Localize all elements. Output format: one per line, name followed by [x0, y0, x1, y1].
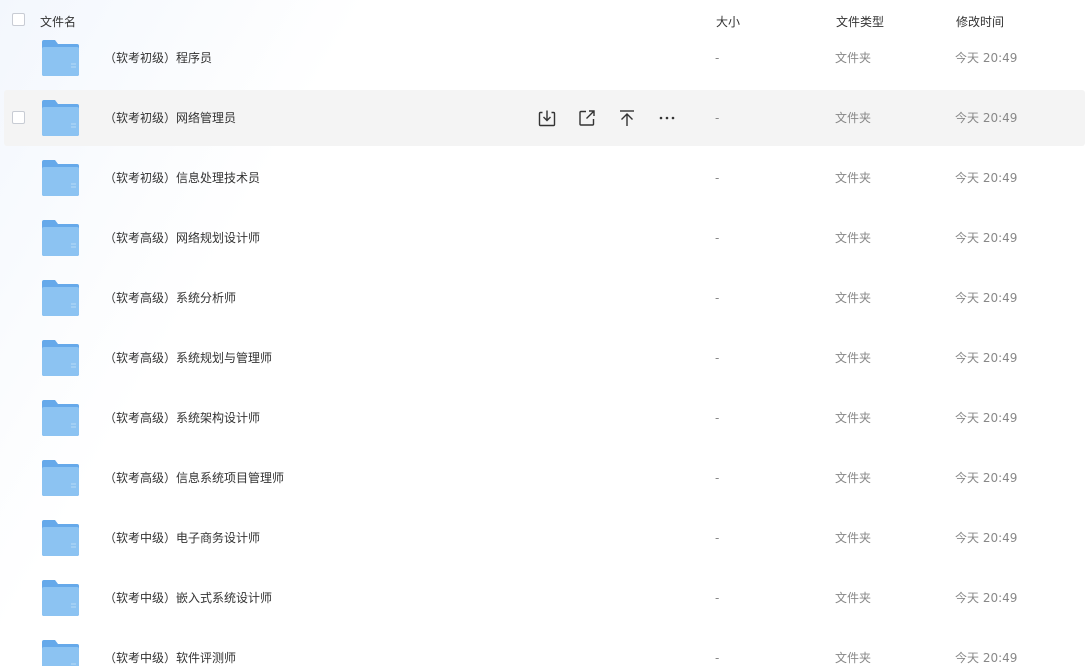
- file-row[interactable]: （软考初级）信息处理技术员 - 文件夹 今天 20:49: [4, 150, 1085, 206]
- folder-icon: [42, 220, 79, 256]
- file-size: -: [715, 411, 720, 425]
- file-modified-time: 今天 20:49: [955, 651, 1018, 665]
- file-size: -: [715, 591, 720, 605]
- folder-icon: [42, 160, 79, 196]
- file-modified-time: 今天 20:49: [955, 291, 1018, 305]
- file-name[interactable]: （软考初级）信息处理技术员: [104, 171, 260, 185]
- file-modified-time: 今天 20:49: [955, 111, 1018, 125]
- file-name[interactable]: （软考中级）软件评测师: [104, 651, 236, 665]
- file-size: -: [715, 651, 720, 665]
- list-header: 文件名 大小 文件类型 修改时间: [0, 0, 1085, 44]
- file-row[interactable]: （软考中级）嵌入式系统设计师 - 文件夹 今天 20:49: [4, 570, 1085, 626]
- file-size: -: [715, 531, 720, 545]
- file-row[interactable]: （软考初级）网络管理员 - 文件夹 今天 20:49: [4, 90, 1085, 146]
- folder-icon: [42, 520, 79, 556]
- folder-icon: [42, 100, 79, 136]
- folder-icon: [42, 280, 79, 316]
- folder-icon: [42, 580, 79, 616]
- column-header-name[interactable]: 文件名: [40, 15, 76, 29]
- file-modified-time: 今天 20:49: [955, 531, 1018, 545]
- file-name[interactable]: （软考高级）系统架构设计师: [104, 411, 260, 425]
- column-header-time[interactable]: 修改时间: [956, 15, 1004, 29]
- file-type: 文件夹: [835, 171, 872, 185]
- file-type: 文件夹: [835, 51, 872, 65]
- file-row[interactable]: （软考高级）系统规划与管理师 - 文件夹 今天 20:49: [4, 330, 1085, 386]
- file-type: 文件夹: [835, 111, 872, 125]
- share-icon[interactable]: [576, 107, 598, 129]
- file-name[interactable]: （软考初级）程序员: [104, 51, 212, 65]
- download-icon[interactable]: [536, 107, 558, 129]
- file-size: -: [715, 231, 720, 245]
- column-header-type[interactable]: 文件类型: [836, 15, 884, 29]
- file-size: -: [715, 51, 720, 65]
- file-type: 文件夹: [835, 531, 872, 545]
- folder-icon: [42, 640, 79, 666]
- row-checkbox[interactable]: [12, 111, 25, 124]
- folder-icon: [42, 460, 79, 496]
- file-size: -: [715, 351, 720, 365]
- file-name[interactable]: （软考高级）信息系统项目管理师: [104, 471, 284, 485]
- folder-icon: [42, 400, 79, 436]
- file-name[interactable]: （软考中级）电子商务设计师: [104, 531, 260, 545]
- file-row[interactable]: （软考中级）软件评测师 - 文件夹 今天 20:49: [4, 630, 1085, 666]
- folder-icon: [42, 340, 79, 376]
- file-list: （软考初级）程序员 - 文件夹 今天 20:49 （软考初级）网络管理员 - 文…: [0, 0, 1085, 666]
- folder-icon: [42, 40, 79, 76]
- file-type: 文件夹: [835, 591, 872, 605]
- file-type: 文件夹: [835, 411, 872, 425]
- file-type: 文件夹: [835, 351, 872, 365]
- file-row[interactable]: （软考高级）信息系统项目管理师 - 文件夹 今天 20:49: [4, 450, 1085, 506]
- file-type: 文件夹: [835, 231, 872, 245]
- column-header-size[interactable]: 大小: [716, 15, 740, 29]
- file-modified-time: 今天 20:49: [955, 231, 1018, 245]
- file-type: 文件夹: [835, 291, 872, 305]
- select-all-checkbox[interactable]: [12, 13, 25, 26]
- file-size: -: [715, 471, 720, 485]
- file-type: 文件夹: [835, 651, 872, 665]
- file-list-view: （软考初级）程序员 - 文件夹 今天 20:49 （软考初级）网络管理员 - 文…: [0, 0, 1085, 666]
- more-icon[interactable]: [656, 107, 678, 129]
- file-row[interactable]: （软考中级）电子商务设计师 - 文件夹 今天 20:49: [4, 510, 1085, 566]
- file-name[interactable]: （软考初级）网络管理员: [104, 111, 236, 125]
- file-row[interactable]: （软考高级）系统分析师 - 文件夹 今天 20:49: [4, 270, 1085, 326]
- file-size: -: [715, 171, 720, 185]
- file-size: -: [715, 111, 720, 125]
- file-modified-time: 今天 20:49: [955, 351, 1018, 365]
- file-name[interactable]: （软考高级）系统规划与管理师: [104, 351, 272, 365]
- file-type: 文件夹: [835, 471, 872, 485]
- file-modified-time: 今天 20:49: [955, 171, 1018, 185]
- move-to-top-icon[interactable]: [616, 107, 638, 129]
- file-name[interactable]: （软考高级）网络规划设计师: [104, 231, 260, 245]
- file-modified-time: 今天 20:49: [955, 411, 1018, 425]
- file-row[interactable]: （软考高级）系统架构设计师 - 文件夹 今天 20:49: [4, 390, 1085, 446]
- file-modified-time: 今天 20:49: [955, 471, 1018, 485]
- file-modified-time: 今天 20:49: [955, 591, 1018, 605]
- file-row[interactable]: （软考高级）网络规划设计师 - 文件夹 今天 20:49: [4, 210, 1085, 266]
- file-modified-time: 今天 20:49: [955, 51, 1018, 65]
- file-name[interactable]: （软考高级）系统分析师: [104, 291, 236, 305]
- file-name[interactable]: （软考中级）嵌入式系统设计师: [104, 591, 272, 605]
- file-size: -: [715, 291, 720, 305]
